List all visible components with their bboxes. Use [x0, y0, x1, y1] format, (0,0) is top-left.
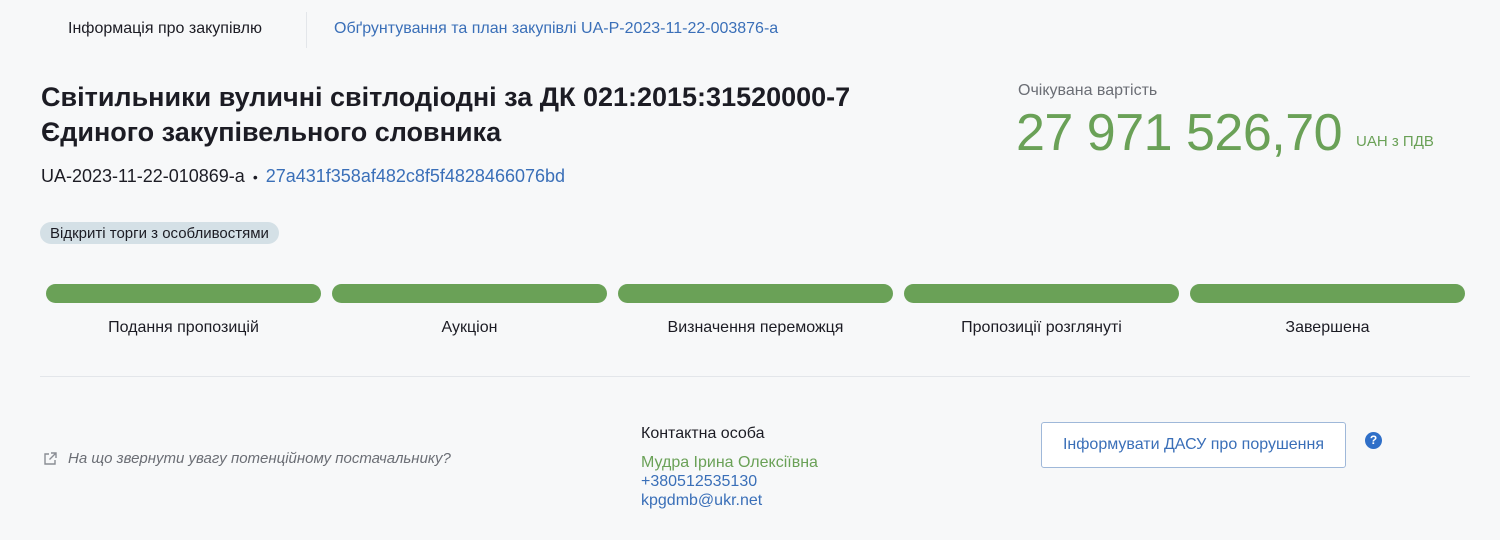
stage-auction: Аукціон — [332, 284, 607, 344]
expected-cost-currency: UAH з ПДВ — [1356, 133, 1434, 150]
expected-cost-value: 27 971 526,70 — [1016, 104, 1343, 162]
stage-progress-bar — [904, 284, 1179, 303]
stage-submission: Подання пропозицій — [46, 284, 321, 344]
supplier-hint-text: На що звернути увагу потенційному постач… — [68, 450, 451, 467]
tender-stages: Подання пропозицій Аукціон Визначення пе… — [46, 284, 1466, 344]
tender-identifiers: UA-2023-11-22-010869-a • 27a431f358af482… — [41, 166, 565, 187]
external-link-icon — [42, 451, 58, 467]
contact-phone[interactable]: +380512535130 — [641, 473, 818, 491]
tabs-bar: Інформація про закупівлю Обґрунтування т… — [0, 0, 1500, 62]
tab-divider — [306, 12, 307, 48]
tender-hash-link[interactable]: 27a431f358af482c8f5f4828466076bd — [266, 166, 565, 187]
tender-id: UA-2023-11-22-010869-a — [41, 166, 245, 186]
tab-procurement-info[interactable]: Інформація про закупівлю — [68, 20, 262, 38]
stage-label: Завершена — [1285, 319, 1370, 336]
id-separator: • — [252, 168, 258, 185]
stage-label: Пропозиції розглянуті — [961, 319, 1122, 336]
inform-dasu-button[interactable]: Інформувати ДАСУ про порушення — [1041, 422, 1346, 468]
procedure-type-badge: Відкриті торги з особливостями — [40, 222, 279, 244]
stage-label: Подання пропозицій — [108, 319, 259, 336]
stage-label: Визначення переможця — [667, 319, 844, 336]
help-icon[interactable]: ? — [1365, 432, 1382, 449]
stage-progress-bar — [46, 284, 321, 303]
section-divider — [40, 376, 1470, 377]
stage-proposals-reviewed: Пропозиції розглянуті — [904, 284, 1179, 344]
supplier-hint-link[interactable]: На що звернути увагу потенційному постач… — [42, 450, 451, 467]
expected-cost: 27 971 526,70 UAH з ПДВ — [1016, 104, 1434, 162]
contact-person: Контактна особа Мудра Ірина Олексіївна +… — [641, 425, 818, 510]
contact-name: Мудра Ірина Олексіївна — [641, 454, 818, 471]
stage-progress-bar — [1190, 284, 1465, 303]
stage-label: Аукціон — [441, 319, 498, 336]
contact-email[interactable]: kpgdmb@ukr.net — [641, 492, 818, 510]
stage-progress-bar — [332, 284, 607, 303]
expected-cost-label: Очікувана вартість — [1018, 82, 1158, 99]
stage-progress-bar — [618, 284, 893, 303]
contact-title: Контактна особа — [641, 425, 765, 442]
stage-winner-selection: Визначення переможця — [618, 284, 893, 344]
tab-procurement-plan[interactable]: Обґрунтування та план закупівлі UA-P-202… — [334, 20, 778, 38]
stage-completed: Завершена — [1190, 284, 1465, 344]
tender-title: Світильники вуличні світлодіодні за ДК 0… — [41, 82, 851, 147]
